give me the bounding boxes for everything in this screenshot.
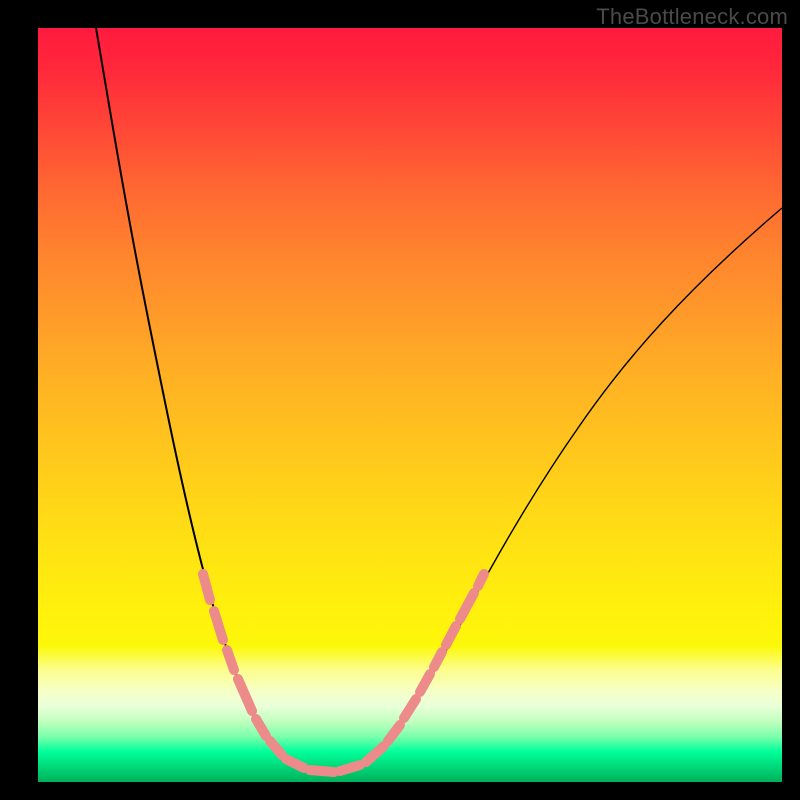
curve-right-branch — [328, 208, 782, 772]
chart-plot-area — [38, 28, 782, 782]
marker-dash — [434, 652, 442, 667]
marker-dash — [404, 699, 416, 718]
marker-dash — [340, 765, 360, 771]
marker-dash — [420, 674, 430, 692]
marker-dash — [256, 719, 266, 736]
marker-dash — [238, 679, 252, 711]
marker-dash — [388, 725, 400, 741]
marker-dash — [270, 741, 282, 755]
marker-dash — [286, 759, 304, 768]
chart-svg — [38, 28, 782, 782]
marker-dash — [310, 770, 334, 772]
marker-dash — [366, 746, 384, 762]
marker-dash — [214, 611, 223, 640]
marker-dash — [227, 650, 234, 670]
marker-dash — [203, 574, 210, 600]
watermark-text: TheBottleneck.com — [596, 4, 788, 30]
marker-dash — [478, 574, 484, 586]
marker-dash — [446, 626, 456, 645]
curve-left-branch — [96, 28, 328, 772]
marker-group — [203, 574, 484, 772]
marker-dash — [460, 593, 474, 619]
